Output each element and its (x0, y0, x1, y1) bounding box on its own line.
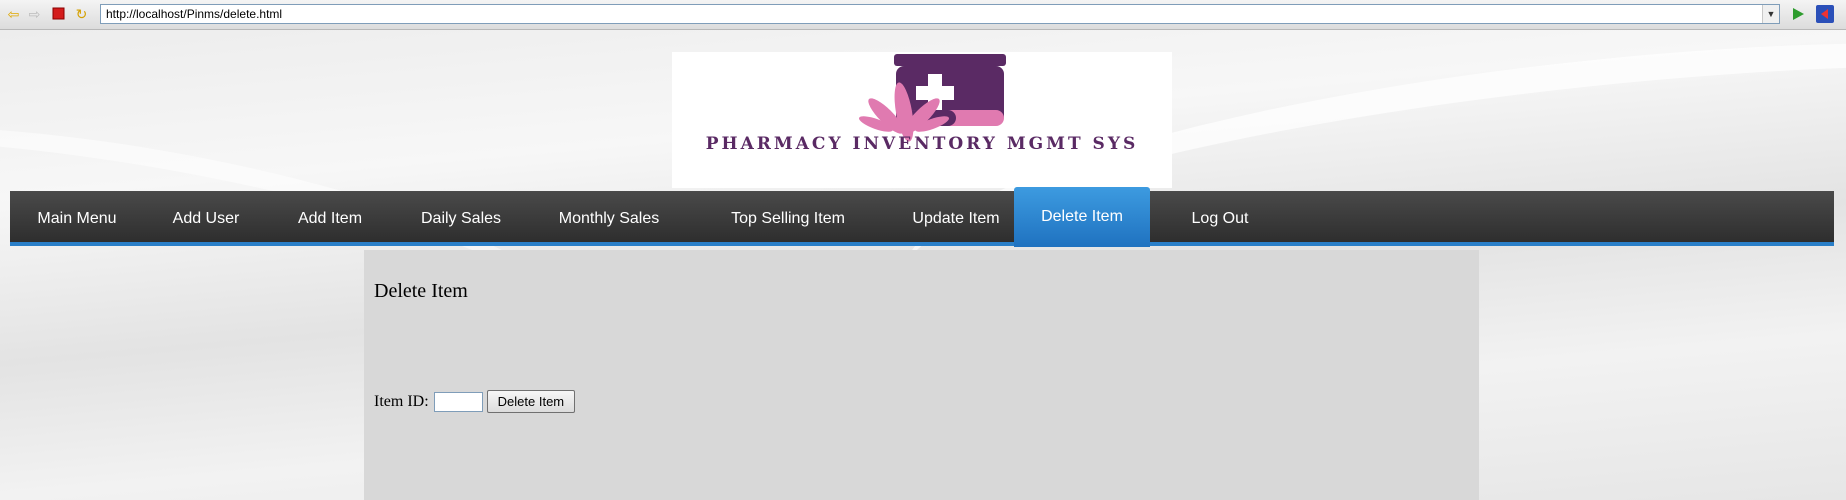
forward-arrow-icon[interactable]: ⇨ (25, 4, 44, 23)
url-text: http://localhost/Pinms/delete.html (106, 7, 283, 21)
nav-item-add-user[interactable]: Add User (144, 191, 268, 246)
go-arrow-icon[interactable] (1788, 4, 1807, 23)
nav-item-daily-sales[interactable]: Daily Sales (392, 191, 530, 246)
url-bar[interactable]: http://localhost/Pinms/delete.html ▼ (100, 4, 1780, 24)
item-id-label: Item ID: (374, 392, 429, 410)
delete-item-button[interactable]: Delete Item (486, 390, 576, 413)
nav-item-monthly-sales[interactable]: Monthly Sales (530, 191, 688, 246)
browser-toolbar: ⇦ ⇨ ↻ http://localhost/Pinms/delete.html… (0, 0, 1846, 30)
content-panel: Delete Item Item ID: Delete Item (364, 250, 1479, 500)
refresh-icon[interactable]: ↻ (72, 4, 91, 23)
item-id-input[interactable] (433, 391, 483, 412)
logo-banner: PHARMACY INVENTORY MGMT SYS (672, 52, 1172, 188)
nav-item-add-item[interactable]: Add Item (268, 191, 392, 246)
logo-title: PHARMACY INVENTORY MGMT SYS (705, 134, 1139, 154)
main-nav: Main Menu Add User Add Item Daily Sales … (10, 187, 1834, 247)
nav-item-update-item[interactable]: Update Item (888, 191, 1024, 246)
nav-item-main-menu[interactable]: Main Menu (10, 191, 144, 246)
pharmacy-logo-icon (858, 54, 1006, 142)
exit-icon[interactable] (1815, 4, 1834, 23)
back-arrow-icon[interactable]: ⇦ (4, 4, 23, 23)
chevron-down-icon[interactable]: ▼ (1762, 5, 1779, 23)
nav-item-log-out[interactable]: Log Out (1150, 191, 1290, 246)
delete-form: Item ID: Delete Item (374, 390, 576, 413)
stop-icon[interactable] (49, 4, 68, 23)
nav-item-delete-item[interactable]: Delete Item (1014, 187, 1150, 247)
nav-item-top-selling-item[interactable]: Top Selling Item (688, 191, 888, 246)
page-title: Delete Item (374, 280, 468, 302)
